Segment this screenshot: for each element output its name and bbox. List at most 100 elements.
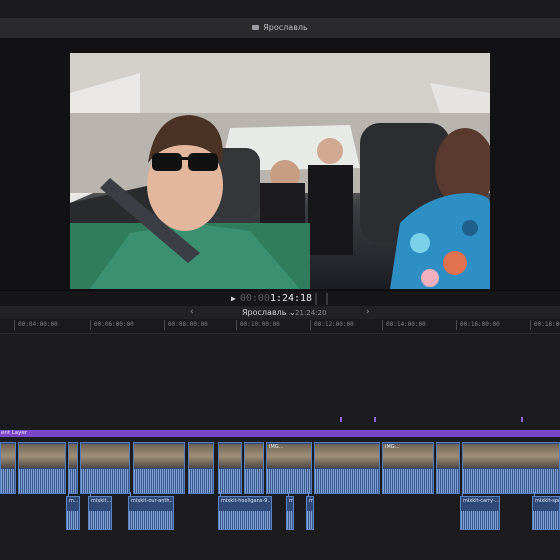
connected-audio-clip[interactable]: m... — [66, 496, 80, 530]
clip-thumbnails — [19, 444, 65, 468]
timeline-title[interactable]: Ярославль ⌄ — [242, 307, 296, 318]
ruler-tick — [14, 320, 15, 330]
app-toolbar — [0, 0, 560, 19]
adjustment-layer-label: ent Layer — [1, 430, 28, 436]
timecode-dim: 00:00 — [239, 293, 270, 304]
clip-waveform — [219, 469, 241, 493]
clip-thumbnails — [463, 444, 559, 468]
clip-thumbnails — [315, 444, 379, 468]
ruler-tick-label: 00:08:00:00 — [168, 321, 208, 328]
ruler-tick — [310, 320, 311, 330]
clip-waveform — [267, 469, 311, 493]
timeline-ruler[interactable]: 00:04:00:00 00:06:00:00 00:08:00:00 00:10:0… — [0, 319, 560, 334]
clip-waveform — [533, 511, 559, 529]
ruler-tick-label: 00:06:00:00 — [94, 321, 134, 328]
clip-waveform — [19, 469, 65, 493]
ruler-tick — [456, 320, 457, 330]
ruler-tick-label: 00:18:00 — [534, 321, 560, 328]
clip-thumbnails — [219, 444, 241, 468]
clip-thumbnails — [69, 444, 77, 468]
clip-name: mixkit-hooligans-9... — [221, 498, 272, 504]
clip-name: IMG... — [385, 444, 400, 450]
clip-name: IMG... — [269, 444, 284, 450]
chevron-right-icon[interactable]: › — [366, 307, 370, 318]
timecode-display[interactable]: ▶ 00:001:24:18 — [231, 292, 312, 305]
storyline-clip[interactable] — [218, 442, 242, 494]
audio-meter-icon — [315, 293, 328, 305]
storyline-clip[interactable]: IMG... — [266, 442, 312, 494]
clip-waveform — [463, 469, 559, 493]
connected-audio-clip[interactable]: mixkit-spo... — [532, 496, 560, 530]
timeline-title-text: Ярославль — [242, 308, 287, 317]
storyline-clip[interactable] — [133, 442, 185, 494]
timeline-tracks[interactable]: ent Layer IMG... IMG... m... mixkit... mixk… — [0, 334, 560, 560]
clip-thumbnails — [437, 444, 459, 468]
clip-waveform — [81, 469, 129, 493]
viewer[interactable] — [0, 38, 560, 290]
clip-waveform — [134, 469, 184, 493]
storyline-clip[interactable] — [314, 442, 380, 494]
ruler-tick — [382, 320, 383, 330]
clip-waveform — [437, 469, 459, 493]
ruler-tick — [164, 320, 165, 330]
connected-audio-clip[interactable]: m... — [306, 496, 314, 530]
timeline-duration: 21:24:20 — [295, 309, 327, 317]
storyline-clip[interactable] — [436, 442, 460, 494]
timecode-value: 1:24:18 — [269, 293, 313, 304]
timeline-marker[interactable] — [340, 417, 342, 422]
storyline-clip[interactable] — [18, 442, 66, 494]
storyline-clip[interactable] — [0, 442, 16, 494]
adjustment-layer-bar[interactable] — [0, 430, 560, 437]
clapper-icon — [252, 25, 260, 30]
connected-audio-clip[interactable]: mixkit... — [88, 496, 112, 530]
storyline-clip[interactable] — [80, 442, 130, 494]
timeline-header: ‹ Ярославль ⌄ 21:24:20 › — [0, 306, 560, 319]
connected-audio-clip[interactable]: m... — [286, 496, 294, 530]
clip-waveform — [315, 469, 379, 493]
chevron-left-icon[interactable]: ‹ — [190, 307, 194, 318]
clip-name: mixkit... — [91, 498, 112, 504]
clip-waveform — [383, 469, 433, 493]
connected-audio-clip[interactable]: mixkit-carry-... — [460, 496, 500, 530]
clip-thumbnails — [81, 444, 129, 468]
storyline-clip[interactable] — [68, 442, 78, 494]
project-title[interactable]: Ярославль — [0, 21, 560, 35]
connected-audio-clip[interactable]: mixkit-hooligans-9... — [218, 496, 272, 530]
clip-thumbnails — [1, 444, 15, 468]
viewer-titlebar: Ярославль — [0, 18, 560, 39]
storyline-clip[interactable]: IMG... — [382, 442, 434, 494]
clip-waveform — [461, 511, 499, 529]
play-icon[interactable]: ▶ — [231, 294, 236, 303]
clip-name: m... — [309, 498, 314, 504]
ruler-tick-label: 00:16:00:00 — [460, 321, 500, 328]
storyline-clip[interactable] — [244, 442, 264, 494]
timeline-marker[interactable] — [374, 417, 376, 422]
video-frame[interactable] — [70, 53, 490, 289]
clip-waveform — [189, 469, 213, 493]
transport-bar: ▶ 00:001:24:18 — [0, 290, 560, 307]
ruler-tick-label: 00:04:00:00 — [18, 321, 58, 328]
project-title-text: Ярославль — [263, 23, 308, 32]
clip-waveform — [219, 511, 271, 529]
storyline-clip[interactable] — [188, 442, 214, 494]
ruler-tick — [90, 320, 91, 330]
clip-waveform — [69, 469, 77, 493]
ruler-tick-label: 00:12:00:00 — [314, 321, 354, 328]
clip-name: mixkit-carry-... — [463, 498, 500, 504]
clip-waveform — [67, 511, 79, 529]
clip-name: mixkit-spo... — [535, 498, 559, 504]
storyline-clip[interactable] — [462, 442, 560, 494]
video-image — [70, 53, 490, 289]
clip-name: mixkit-our-anth... — [131, 498, 174, 504]
clip-waveform — [287, 511, 293, 529]
connected-audio-clip[interactable]: mixkit-our-anth... — [128, 496, 174, 530]
timeline-marker[interactable] — [521, 417, 523, 422]
clip-waveform — [307, 511, 313, 529]
clip-waveform — [245, 469, 263, 493]
ruler-tick-label: 00:10:00:00 — [240, 321, 280, 328]
clip-waveform — [89, 511, 111, 529]
clip-waveform — [1, 469, 15, 493]
ruler-tick-label: 00:14:00:00 — [386, 321, 426, 328]
clip-thumbnails — [245, 444, 263, 468]
ruler-tick — [236, 320, 237, 330]
